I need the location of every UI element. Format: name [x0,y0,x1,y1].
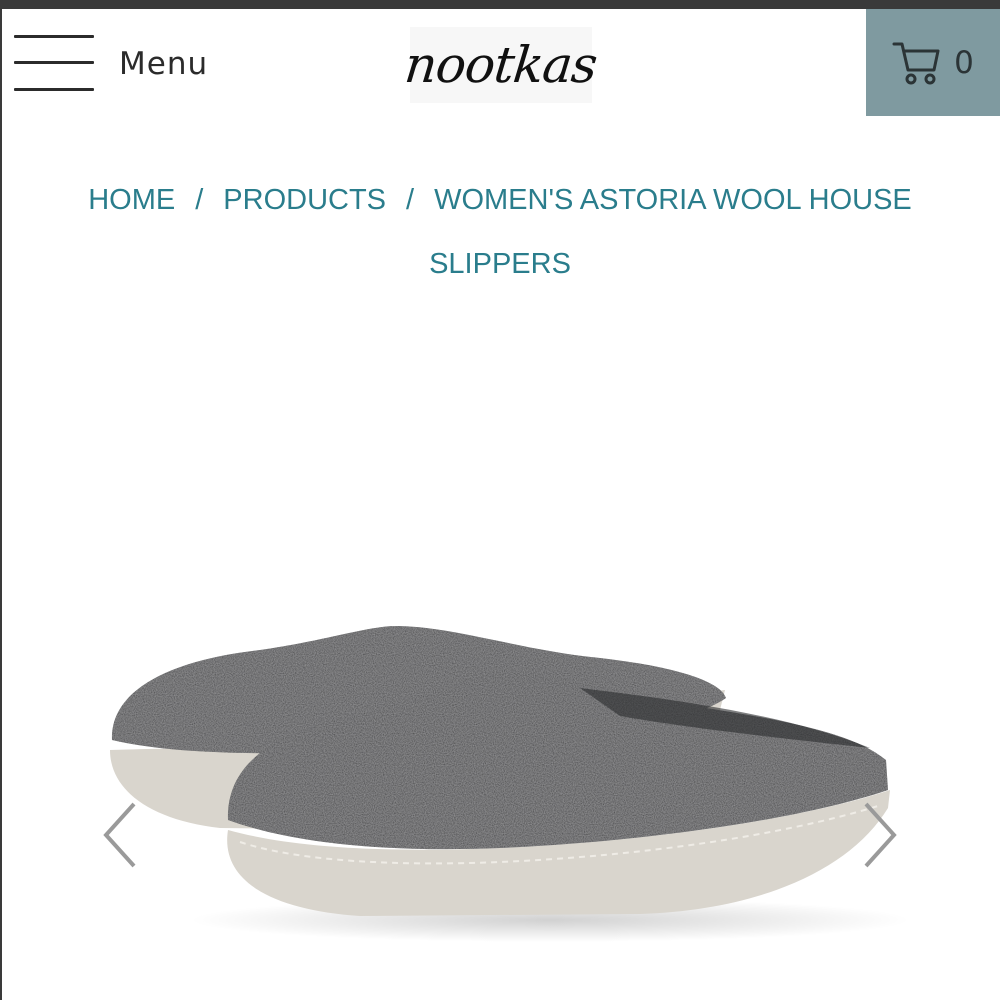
carousel-next-button[interactable] [860,800,900,870]
cart-button[interactable]: 0 [866,9,1000,116]
top-status-strip [0,0,1000,9]
breadcrumb-separator: / [195,184,204,216]
breadcrumb-separator: / [406,184,415,216]
menu-label: Menu [119,46,209,82]
site-logo[interactable]: nootkas [402,27,600,103]
site-header: Menu nootkas [0,9,1000,116]
chevron-right-icon [864,802,897,868]
hamburger-icon [14,35,94,93]
product-image[interactable] [80,580,920,960]
logo-wordmark: nootkas [402,36,600,94]
slippers-illustration [110,625,910,942]
cart-count: 0 [954,44,974,81]
breadcrumb-current-page[interactable]: WOMEN'S ASTORIA WOOL HOUSE SLIPPERS [429,184,912,280]
cart-icon [892,42,940,84]
breadcrumb-products-link[interactable]: PRODUCTS [223,184,386,216]
menu-button[interactable]: Menu [14,35,208,93]
breadcrumb: HOME / PRODUCTS / WOMEN'S ASTORIA WOOL HOUSE… [60,168,940,296]
chevron-left-icon [103,802,136,868]
breadcrumb-home-link[interactable]: HOME [88,184,175,216]
carousel-prev-button[interactable] [100,800,140,870]
window-edge [0,9,2,1000]
